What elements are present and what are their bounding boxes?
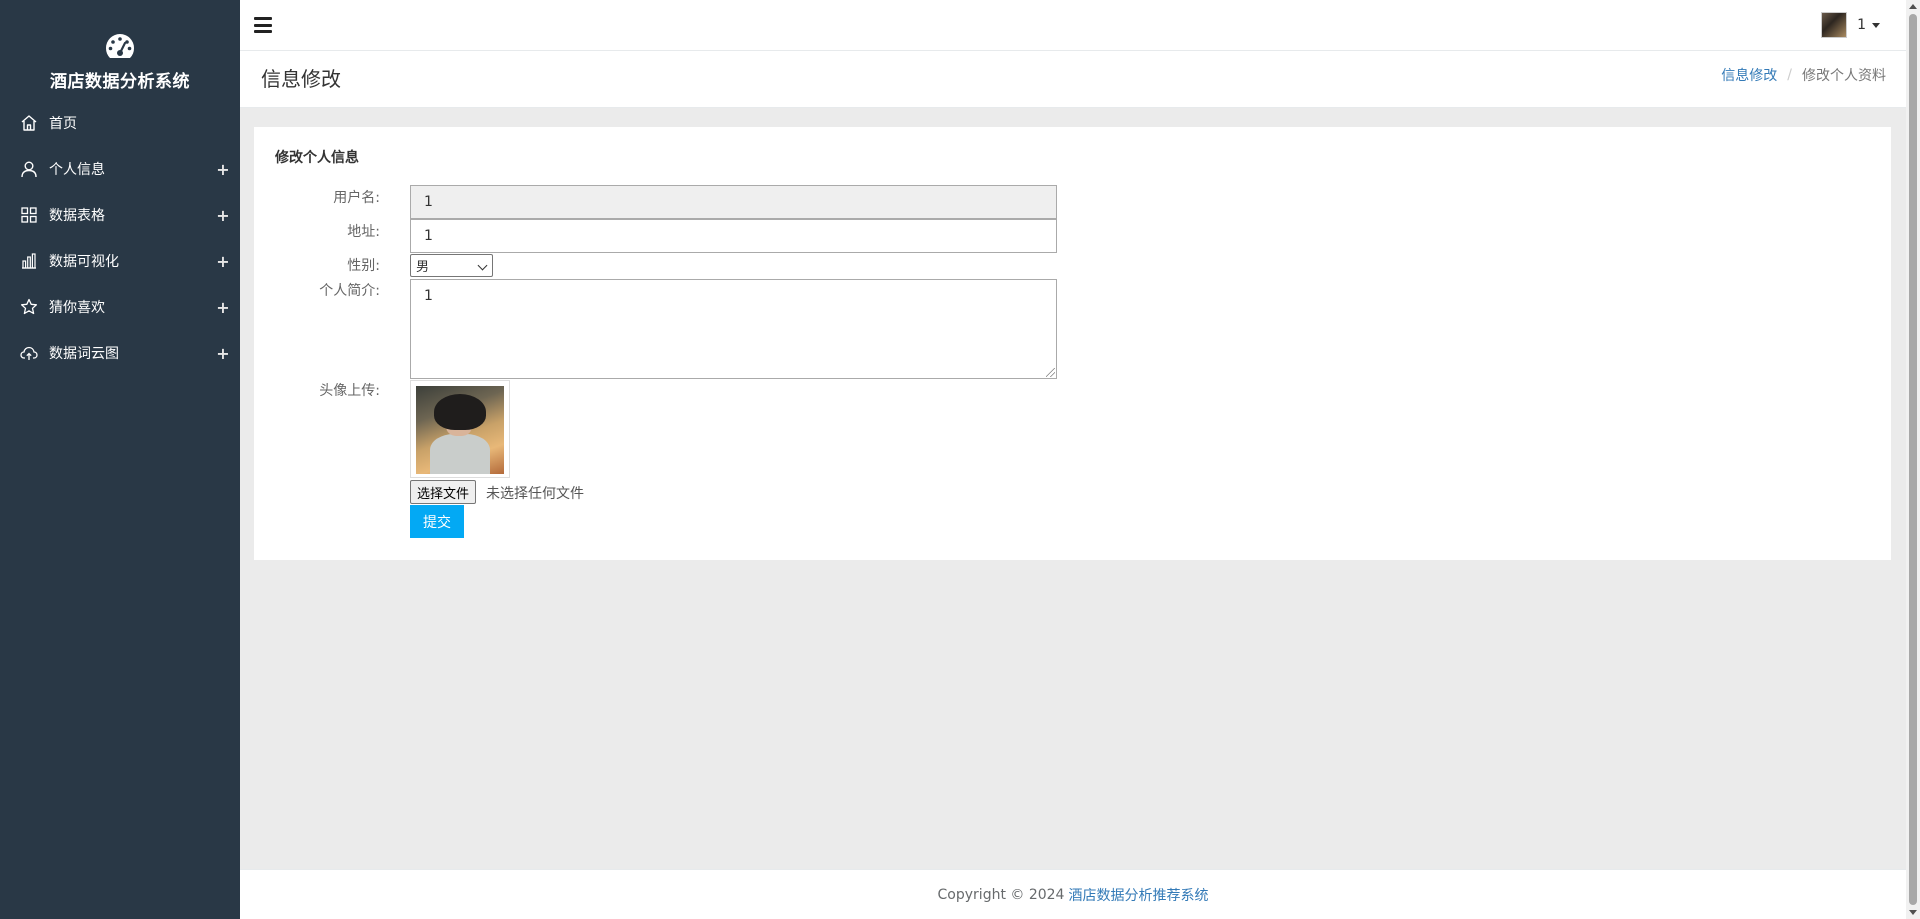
sidebar-item-recommend[interactable]: 猜你喜欢 + bbox=[0, 284, 240, 330]
username-label: 用户名: bbox=[333, 190, 380, 206]
breadcrumb-link[interactable]: 信息修改 bbox=[1721, 65, 1777, 85]
copyright-text: Copyright © 2024 bbox=[937, 886, 1065, 903]
submit-button[interactable]: 提交 bbox=[410, 505, 464, 538]
expand-plus-icon[interactable]: + bbox=[216, 298, 230, 317]
dashboard-gauge-icon bbox=[105, 34, 135, 58]
breadcrumb-separator: / bbox=[1787, 67, 1792, 83]
username-field: 1 bbox=[410, 185, 1057, 219]
sidebar-item-label: 数据可视化 bbox=[49, 254, 119, 270]
profile-form-card: 修改个人信息 用户名: 1 地址: 1 性别: 男 个人简介: 1 头像上传: … bbox=[254, 127, 1891, 560]
sidebar-item-home[interactable]: 首页 bbox=[0, 100, 240, 146]
sidebar-item-label: 数据表格 bbox=[49, 208, 105, 224]
sidebar-item-label: 数据词云图 bbox=[49, 346, 119, 362]
sidebar-menu: 首页 个人信息 + 数据表格 + 数据可视化 + 猜你喜欢 + 数据词云图 + bbox=[0, 100, 240, 376]
gender-selected-value: 男 bbox=[416, 260, 430, 275]
breadcrumb-current: 修改个人资料 bbox=[1802, 68, 1886, 84]
brand: 酒店数据分析系统 bbox=[0, 0, 240, 100]
choose-file-button[interactable]: 选择文件 bbox=[410, 480, 477, 504]
menu-toggle-icon[interactable] bbox=[254, 17, 272, 33]
bio-textarea[interactable]: 1 bbox=[410, 279, 1057, 379]
scroll-up-arrow-icon[interactable] bbox=[1909, 4, 1917, 9]
expand-plus-icon[interactable]: + bbox=[216, 206, 230, 225]
star-icon bbox=[19, 297, 39, 317]
footer: Copyright © 2024 酒店数据分析推荐系统 bbox=[240, 869, 1906, 919]
scroll-down-arrow-icon[interactable] bbox=[1909, 910, 1917, 915]
footer-link[interactable]: 酒店数据分析推荐系统 bbox=[1068, 885, 1208, 905]
user-icon bbox=[19, 159, 39, 179]
expand-plus-icon[interactable]: + bbox=[216, 252, 230, 271]
sidebar-item-visualization[interactable]: 数据可视化 + bbox=[0, 238, 240, 284]
expand-plus-icon[interactable]: + bbox=[216, 344, 230, 363]
caret-down-icon[interactable] bbox=[1872, 22, 1880, 28]
home-icon bbox=[19, 113, 39, 133]
chevron-down-icon bbox=[477, 260, 488, 271]
breadcrumb: 信息修改 / 修改个人资料 bbox=[1721, 65, 1886, 85]
sidebar-item-label: 个人信息 bbox=[49, 162, 105, 178]
file-status-text: 未选择任何文件 bbox=[486, 486, 584, 502]
page-heading: 信息修改 信息修改 / 修改个人资料 bbox=[240, 51, 1906, 108]
bar-chart-icon bbox=[19, 251, 39, 271]
brand-title: 酒店数据分析系统 bbox=[50, 72, 190, 92]
avatar-upload-label: 头像上传: bbox=[319, 383, 380, 399]
cloud-upload-icon bbox=[19, 343, 39, 363]
avatar-image bbox=[416, 386, 504, 474]
gender-label: 性别: bbox=[347, 258, 380, 274]
avatar-preview bbox=[410, 380, 510, 478]
card-title: 修改个人信息 bbox=[275, 150, 359, 166]
sidebar: 酒店数据分析系统 首页 个人信息 + 数据表格 + 数据可视化 + 猜你喜欢 +… bbox=[0, 0, 240, 919]
topbar: 1 bbox=[240, 0, 1906, 51]
sidebar-item-wordcloud[interactable]: 数据词云图 + bbox=[0, 330, 240, 376]
sidebar-item-data-table[interactable]: 数据表格 + bbox=[0, 192, 240, 238]
page-title: 信息修改 bbox=[261, 67, 341, 91]
sidebar-item-label: 首页 bbox=[49, 116, 77, 132]
page-scrollbar[interactable] bbox=[1906, 0, 1920, 919]
grid-icon bbox=[19, 205, 39, 225]
sidebar-item-label: 猜你喜欢 bbox=[49, 300, 105, 316]
expand-plus-icon[interactable]: + bbox=[216, 160, 230, 179]
avatar[interactable] bbox=[1821, 12, 1848, 38]
address-label: 地址: bbox=[347, 224, 380, 240]
gender-select[interactable]: 男 bbox=[410, 254, 493, 277]
bio-label: 个人简介: bbox=[319, 283, 380, 299]
bio-text: 1 bbox=[424, 288, 433, 304]
user-menu[interactable]: 1 bbox=[1821, 12, 1880, 38]
address-field[interactable]: 1 bbox=[410, 219, 1057, 253]
scrollbar-thumb[interactable] bbox=[1909, 14, 1917, 905]
user-name[interactable]: 1 bbox=[1857, 17, 1866, 33]
sidebar-item-profile[interactable]: 个人信息 + bbox=[0, 146, 240, 192]
resize-handle-icon[interactable] bbox=[1046, 368, 1055, 377]
